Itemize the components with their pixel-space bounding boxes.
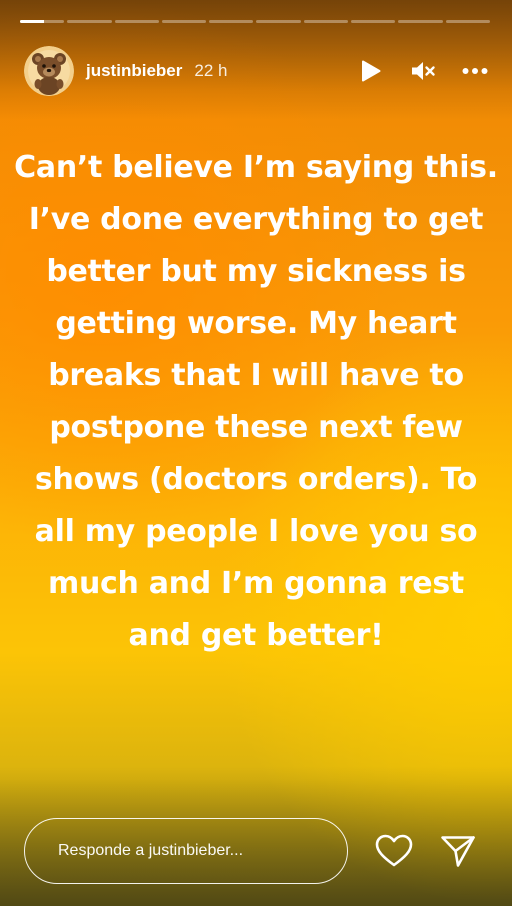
avatar[interactable] xyxy=(24,46,74,96)
story-progress-segment xyxy=(114,20,159,23)
speaker-muted-icon xyxy=(412,62,435,80)
mute-button[interactable] xyxy=(410,58,436,84)
send-icon xyxy=(441,836,475,867)
like-button[interactable] xyxy=(374,831,414,871)
story-viewer[interactable]: justinbieber 22 h Can’t believe I’m sayi… xyxy=(0,0,512,906)
play-icon xyxy=(362,60,381,82)
reply-bar xyxy=(24,818,488,884)
username[interactable]: justinbieber xyxy=(86,61,182,81)
story-progress-segment xyxy=(303,20,349,23)
story-progress-fill xyxy=(20,20,45,23)
story-progress-segment xyxy=(445,20,490,23)
story-caption-text: Can’t believe I’m saying this. I’ve done… xyxy=(14,150,498,653)
share-button[interactable] xyxy=(438,831,478,871)
reply-input[interactable] xyxy=(24,818,348,884)
story-progress-segment xyxy=(398,20,443,23)
play-button[interactable] xyxy=(358,58,384,84)
teddy-bear-avatar-icon xyxy=(24,46,74,96)
more-horizontal-icon xyxy=(462,68,488,74)
story-progress-segment xyxy=(209,20,254,23)
story-progress-segment xyxy=(20,20,65,23)
story-progress-segment xyxy=(67,20,112,23)
story-progress-segment xyxy=(351,20,396,23)
story-timestamp: 22 h xyxy=(194,61,228,80)
story-progress-segment xyxy=(256,20,301,23)
story-header: justinbieber 22 h xyxy=(24,44,488,98)
more-options-button[interactable] xyxy=(462,58,488,84)
story-progress-segment xyxy=(161,20,207,23)
heart-icon xyxy=(375,834,413,867)
story-progress-bars xyxy=(20,20,490,23)
